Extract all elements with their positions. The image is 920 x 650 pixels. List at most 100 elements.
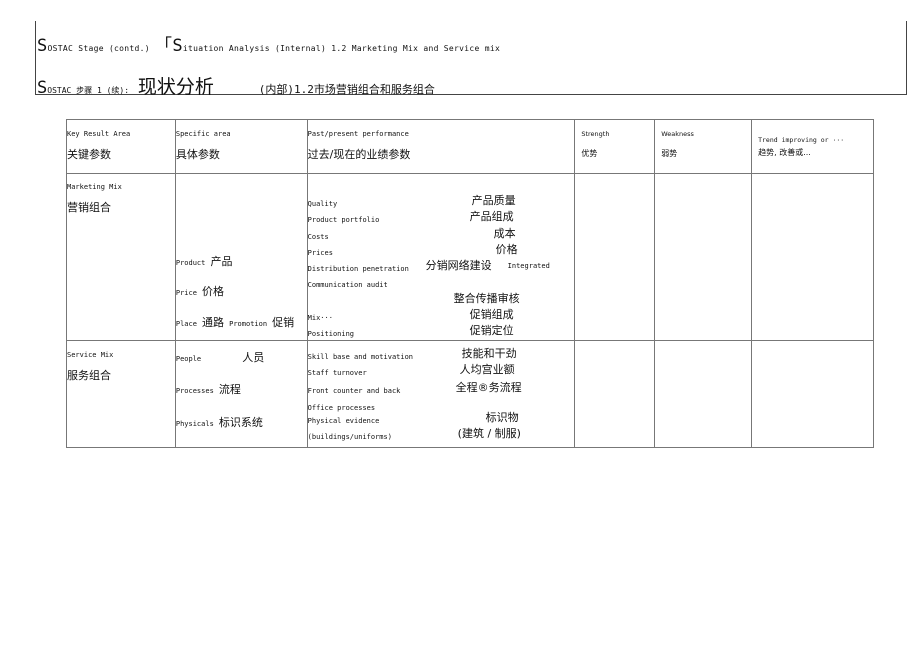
header-title-chinese: SOSTAC 步骤 1 (续): 现状分析 (内部)1.2市场营销组合和服务组合 bbox=[37, 72, 435, 99]
perf-en: Skill base and motivation bbox=[307, 352, 414, 361]
perf-buildings: (buildings/uniforms) (建筑 / 制服) bbox=[308, 426, 575, 442]
specific-en: People bbox=[175, 354, 202, 363]
specific-en: Processes bbox=[175, 386, 214, 395]
perf-positioning: Positioning 促销定位 bbox=[308, 323, 575, 339]
perf-costs: Costs 成本 bbox=[308, 226, 575, 242]
perf-zh: (建筑 / 制服) bbox=[457, 427, 521, 441]
header-big-title: 现状分析 bbox=[137, 76, 214, 98]
perf-portfolio: Product portfolio 产品组成 bbox=[308, 209, 575, 225]
marketing-mix-row: Marketing Mix 营销组合 Product 产品 Price 价格 P… bbox=[66, 173, 874, 341]
header-zh: 过去/现在的业绩参数 bbox=[307, 148, 411, 161]
perf-zh: 分销网络建设 bbox=[425, 259, 492, 273]
header-stage-text: OSTAC Stage (contd.) bbox=[47, 44, 150, 53]
marketing-trend-cell bbox=[751, 173, 874, 341]
header-cell-performance: Past/present performance 过去/现在的业绩参数 bbox=[306, 119, 576, 174]
header-zh: 趋势, 改善或... bbox=[758, 148, 811, 157]
service-trend-cell bbox=[751, 339, 874, 448]
specific-en: Price bbox=[175, 289, 197, 297]
perf-quality: Quality 产品质量 bbox=[308, 193, 575, 209]
specific-en: Promotion bbox=[229, 320, 268, 328]
header-en: Trend improving or ··· bbox=[758, 136, 845, 144]
specific-zh: 人员 bbox=[242, 350, 265, 364]
header-en: Key Result Area bbox=[67, 130, 131, 138]
header-cell-key-area: Key Result Area 关键参数 bbox=[66, 119, 176, 174]
analysis-table: Key Result Area 关键参数 Specific area 具体参数 … bbox=[66, 119, 874, 448]
service-area-zh: 服务组合 bbox=[67, 368, 111, 382]
perf-en: Physical evidence bbox=[307, 416, 380, 425]
specific-physicals: Physicals 标识系统 bbox=[176, 411, 263, 430]
header-cell-weakness: Weakness 弱势 bbox=[654, 119, 753, 174]
header-zh: 弱势 bbox=[661, 149, 678, 158]
specific-zh: 产品 bbox=[210, 255, 233, 268]
perf-en: (buildings/uniforms) bbox=[307, 433, 392, 442]
perf-en: Communication audit bbox=[307, 281, 388, 290]
marketing-area-en: Marketing Mix bbox=[67, 183, 122, 191]
specific-en: Product bbox=[175, 259, 206, 267]
header-en: Strength bbox=[581, 130, 610, 138]
perf-zh: 整合传播审核 bbox=[453, 291, 520, 305]
marketing-strength-cell bbox=[574, 173, 656, 341]
perf-en: Costs bbox=[307, 232, 329, 241]
header-initial: S bbox=[37, 36, 48, 56]
specific-product: Product 产品 bbox=[176, 250, 233, 269]
header-cell-specific-area: Specific area 具体参数 bbox=[174, 119, 308, 174]
header-cell-trend: Trend improving or ··· 趋势, 改善或... bbox=[751, 119, 874, 174]
marketing-specific-cell: Product 产品 Price 价格 Place 通路 Promotion 促… bbox=[174, 173, 308, 341]
perf-zh: 人均宫业额 bbox=[459, 362, 515, 376]
header-cell-strength: Strength 优势 bbox=[574, 119, 656, 174]
perf-mix: Mix··· 促销组成 bbox=[308, 307, 575, 323]
marketing-performance-cell: Quality 产品质量 Product portfolio 产品组成 Costs 成… bbox=[306, 173, 576, 341]
specific-people: People 人员 bbox=[176, 346, 264, 365]
marketing-area-cell: Marketing Mix 营销组合 bbox=[66, 173, 176, 341]
perf-communication: Communication audit bbox=[308, 274, 575, 290]
header-row: Key Result Area 关键参数 Specific area 具体参数 … bbox=[66, 119, 874, 174]
perf-zh: 产品组成 bbox=[469, 210, 514, 224]
specific-price: Price 价格 bbox=[176, 280, 224, 299]
perf-physical-evidence: Physical evidence 标识物 bbox=[308, 410, 575, 426]
service-area-en: Service Mix bbox=[67, 350, 114, 359]
service-specific-cell: People 人员 Processes 流程 Physicals 标识系统 bbox=[174, 339, 308, 448]
specific-zh: 价格 bbox=[202, 285, 225, 298]
perf-en: Integrated bbox=[507, 262, 550, 271]
header-subtitle: (内部)1.2市场营销组合和服务组合 bbox=[258, 83, 435, 96]
header-section-text: ituation Analysis (Internal) 1.2 Marketi… bbox=[182, 44, 501, 53]
header-title-english: SOSTAC Stage (contd.) 「Situation Analysi… bbox=[37, 31, 500, 56]
perf-skill: Skill base and motivation 技能和干劲 bbox=[308, 346, 575, 362]
specific-zh: 促销 bbox=[272, 316, 295, 329]
perf-zh: 产品质量 bbox=[471, 194, 516, 207]
service-performance-cell: Skill base and motivation 技能和干劲 Staff tur… bbox=[306, 339, 576, 448]
perf-turnover: Staff turnover 人均宫业额 bbox=[308, 362, 575, 378]
perf-zh: 促销定位 bbox=[469, 324, 514, 338]
service-mix-row: Service Mix 服务组合 People 人员 Processes 流程 … bbox=[66, 339, 874, 448]
specific-en: Physicals bbox=[175, 419, 214, 428]
header-zh: 具体参数 bbox=[175, 148, 220, 161]
perf-en: Mix··· bbox=[307, 314, 333, 323]
header-en: Weakness bbox=[661, 130, 694, 138]
perf-prices: Prices 价格 bbox=[308, 242, 575, 258]
service-weakness-cell bbox=[654, 339, 753, 448]
perf-zh: 技能和干劲 bbox=[461, 346, 517, 360]
specific-processes: Processes 流程 bbox=[176, 378, 241, 397]
perf-en: Front counter and back bbox=[307, 387, 401, 396]
perf-zh: 标识物 bbox=[485, 410, 519, 424]
marketing-weakness-cell bbox=[654, 173, 753, 341]
perf-en: Positioning bbox=[307, 330, 355, 339]
specific-en: Place bbox=[175, 320, 197, 328]
header-initial-zh: S bbox=[37, 78, 48, 98]
service-strength-cell bbox=[574, 339, 656, 448]
header-initial-2: S bbox=[172, 36, 183, 56]
perf-distribution: Distribution penetration 分销网络建设 Integrated bbox=[308, 258, 575, 274]
perf-zh: 成本 bbox=[493, 226, 516, 240]
specific-place-promotion: Place 通路 Promotion 促销 bbox=[176, 311, 294, 330]
header-zh: 关键参数 bbox=[67, 148, 111, 161]
perf-en: Staff turnover bbox=[307, 368, 367, 377]
specific-zh: 标识系统 bbox=[218, 415, 263, 429]
header-en: Specific area bbox=[175, 130, 231, 138]
perf-en: Quality bbox=[307, 200, 338, 208]
header-en: Past/present performance bbox=[307, 130, 409, 138]
specific-zh: 流程 bbox=[218, 382, 241, 396]
perf-front-counter: Front counter and back 全程®务流程 bbox=[308, 380, 575, 396]
header-bracket: 「 bbox=[155, 36, 173, 56]
perf-integrated-audit: 整合传播审核 bbox=[308, 291, 575, 307]
service-area-cell: Service Mix 服务组合 bbox=[66, 339, 176, 448]
